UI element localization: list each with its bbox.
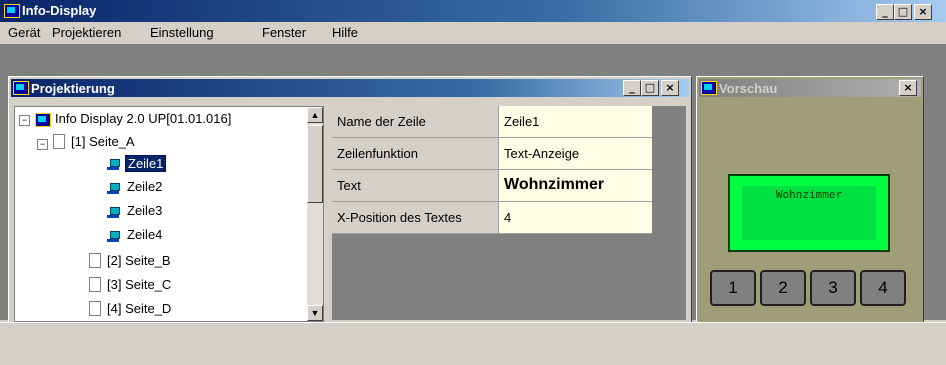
line-icon (107, 207, 120, 219)
property-value-cell[interactable]: Text-Anzeige (499, 138, 652, 170)
scroll-down-button[interactable]: ▼ (307, 305, 323, 321)
property-name-value: Zeile1 (504, 114, 540, 129)
property-value-cell[interactable]: 4 (499, 202, 652, 234)
properties-panel: Name der Zeile Zeile1 Zeilenfunktion Tex… (332, 106, 686, 320)
property-name-label: Name der Zeile (337, 114, 426, 129)
tree-root[interactable]: Info Display 2.0 UP[01.01.016] (55, 111, 231, 126)
line-icon (107, 159, 120, 171)
scroll-up-button[interactable]: ▲ (307, 107, 323, 123)
property-value-cell[interactable]: Zeile1 (499, 106, 652, 138)
projektierung-icon (13, 81, 29, 95)
menu-bar: Gerät Projektieren Einstellung Fenster H… (0, 22, 946, 42)
property-key: Zeilenfunktion (332, 138, 499, 170)
property-value-cell[interactable]: Wohnzimmer (499, 170, 652, 202)
app-icon[interactable] (4, 4, 20, 18)
menu-projektieren[interactable]: Projektieren (52, 25, 121, 40)
page-icon (89, 277, 101, 292)
menu-geraet[interactable]: Gerät (8, 25, 41, 40)
tree-line-3[interactable]: Zeile3 (127, 203, 162, 218)
property-text-label: Text (337, 178, 361, 193)
property-row: Zeilenfunktion Text-Anzeige (332, 138, 652, 170)
line-icon (107, 231, 120, 243)
page-icon (89, 253, 101, 268)
lcd-screen: Wohnzimmer (742, 186, 876, 240)
tree-scrollbar[interactable]: ▲ ▼ (307, 107, 323, 321)
maximize-button[interactable]: □ (894, 4, 912, 20)
minimize-button[interactable]: _ (876, 4, 894, 20)
close-button[interactable]: × (914, 4, 932, 20)
menu-hilfe[interactable]: Hilfe (332, 25, 358, 40)
property-text-value: Wohnzimmer (504, 176, 605, 193)
property-row: Text Wohnzimmer (332, 170, 652, 202)
menu-fenster[interactable]: Fenster (262, 25, 306, 40)
projektierung-title: Projektierung (31, 81, 115, 96)
property-key: X-Position des Textes (332, 202, 499, 234)
device-button-3[interactable]: 3 (810, 270, 856, 306)
property-key: Text (332, 170, 499, 202)
app-title: Info-Display (22, 3, 97, 18)
page-icon (89, 301, 101, 316)
tree-line-1[interactable]: Zeile1 (125, 155, 167, 172)
property-function-label: Zeilenfunktion (337, 146, 418, 161)
app-titlebar: Info-Display _ □ × (0, 0, 946, 22)
projektierung-maximize-button[interactable]: □ (641, 80, 659, 96)
line-icon (107, 183, 120, 195)
property-key: Name der Zeile (332, 106, 499, 138)
tree-page-a[interactable]: [1] Seite_A (71, 134, 135, 149)
property-function-value: Text-Anzeige (504, 146, 580, 161)
vorschau-icon (701, 81, 717, 95)
property-row: X-Position des Textes 4 (332, 202, 652, 234)
property-xpos-label: X-Position des Textes (337, 210, 462, 225)
status-bar (0, 322, 946, 365)
vorschau-title: Vorschau (719, 81, 778, 96)
page-icon (53, 134, 65, 149)
project-tree[interactable]: − Info Display 2.0 UP[01.01.016] − [1] S… (14, 106, 324, 322)
vorschau-close-button[interactable]: × (899, 80, 917, 96)
device-button-4[interactable]: 4 (860, 270, 906, 306)
projektierung-close-button[interactable]: × (661, 80, 679, 96)
tree-collapse-root[interactable]: − (19, 115, 30, 126)
tree-page-d[interactable]: [4] Seite_D (107, 301, 171, 316)
projektierung-minimize-button[interactable]: _ (623, 80, 641, 96)
device-icon (35, 113, 51, 127)
projektierung-titlebar: Projektierung _ □ × (11, 79, 689, 97)
tree-line-4[interactable]: Zeile4 (127, 227, 162, 242)
lcd-text: Wohnzimmer (775, 188, 843, 201)
scroll-thumb[interactable] (307, 125, 323, 203)
lcd-display: Wohnzimmer (728, 174, 890, 252)
vorschau-titlebar: Vorschau × (699, 79, 921, 97)
device-button-2[interactable]: 2 (760, 270, 806, 306)
tree-page-b[interactable]: [2] Seite_B (107, 253, 171, 268)
menu-einstellung[interactable]: Einstellung (150, 25, 214, 40)
tree-line-2[interactable]: Zeile2 (127, 179, 162, 194)
device-button-1[interactable]: 1 (710, 270, 756, 306)
property-xpos-value: 4 (504, 210, 512, 225)
tree-collapse-page-a[interactable]: − (37, 139, 48, 150)
property-row: Name der Zeile Zeile1 (332, 106, 652, 138)
tree-page-c[interactable]: [3] Seite_C (107, 277, 171, 292)
